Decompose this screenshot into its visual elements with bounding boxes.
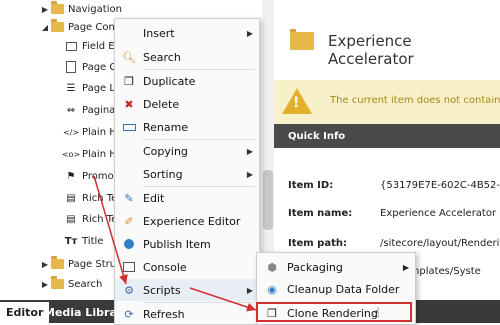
arrow-to-clone-rendering bbox=[189, 287, 257, 312]
arrow-to-scripts bbox=[93, 175, 128, 285]
annotation-arrows bbox=[93, 175, 257, 312]
hand-cursor-icon: ☝ bbox=[372, 306, 380, 321]
